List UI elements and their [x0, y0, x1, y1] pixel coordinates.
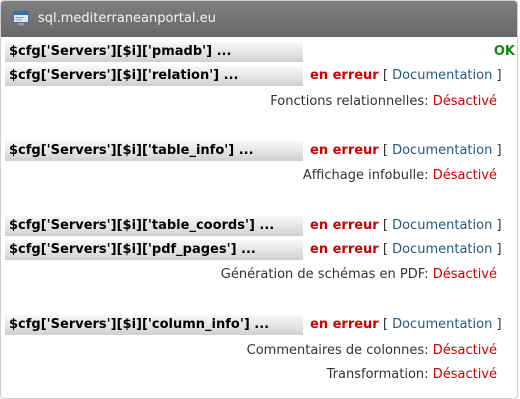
feature-value: Désactivé: [432, 267, 497, 282]
feature-label: Génération de schémas en PDF:: [220, 267, 429, 282]
bracket-close: ]: [496, 143, 502, 158]
feature-label: Commentaires de colonnes:: [246, 343, 429, 358]
documentation-link[interactable]: Documentation: [392, 218, 492, 233]
config-row-pmadb: $cfg['Servers'][$i]['pmadb'] ... OK: [5, 42, 515, 62]
bracket-open: [: [382, 143, 388, 158]
error-label: en erreur: [310, 218, 379, 233]
feature-value: Désactivé: [432, 367, 497, 382]
config-key: $cfg['Servers'][$i]['relation'] ...: [5, 66, 303, 86]
error-label: en erreur: [310, 317, 379, 332]
bracket-close: ]: [496, 242, 502, 257]
window-titlebar: sql.mediterraneanportal.eu: [1, 1, 517, 37]
feature-status-transformation: Transformation: Désactivé: [327, 366, 497, 384]
bracket-open: [: [382, 68, 388, 83]
feature-status-tooltip: Affichage infobulle: Désactivé: [303, 167, 497, 185]
status-error: en erreur [ Documentation ]: [310, 66, 502, 86]
feature-status-relational: Fonctions relationnelles: Désactivé: [270, 93, 497, 111]
config-row-relation: $cfg['Servers'][$i]['relation'] ... en e…: [5, 66, 515, 86]
browser-window-icon: [13, 11, 29, 26]
config-row-pdf-pages: $cfg['Servers'][$i]['pdf_pages'] ... en …: [5, 240, 515, 260]
error-label: en erreur: [310, 242, 379, 257]
status-ok: OK: [493, 44, 515, 59]
bracket-close: ]: [496, 317, 502, 332]
documentation-link[interactable]: Documentation: [392, 68, 492, 83]
config-key: $cfg['Servers'][$i]['table_info'] ...: [5, 141, 303, 161]
documentation-link[interactable]: Documentation: [392, 317, 492, 332]
feature-label: Transformation:: [326, 367, 429, 382]
bracket-open: [: [382, 242, 388, 257]
feature-label: Affichage infobulle:: [302, 168, 429, 183]
bracket-open: [: [382, 218, 388, 233]
bracket-close: ]: [496, 218, 502, 233]
error-label: en erreur: [310, 143, 379, 158]
window-title: sql.mediterraneanportal.eu: [38, 11, 216, 26]
config-status-panel: sql.mediterraneanportal.eu $cfg['Servers…: [0, 0, 518, 399]
documentation-link[interactable]: Documentation: [392, 143, 492, 158]
feature-status-pdf-schema: Génération de schémas en PDF: Désactivé: [221, 266, 497, 284]
config-key: $cfg['Servers'][$i]['column_info'] ...: [5, 315, 303, 335]
bracket-close: ]: [496, 68, 502, 83]
feature-value: Désactivé: [432, 168, 497, 183]
error-label: en erreur: [310, 68, 379, 83]
bracket-open: [: [382, 317, 388, 332]
config-key: $cfg['Servers'][$i]['pmadb'] ...: [5, 42, 303, 62]
feature-label: Fonctions relationnelles:: [270, 94, 429, 109]
status-error: en erreur [ Documentation ]: [310, 315, 502, 335]
feature-status-column-comments: Commentaires de colonnes: Désactivé: [247, 342, 497, 360]
config-key: $cfg['Servers'][$i]['table_coords'] ...: [5, 216, 303, 236]
config-row-column-info: $cfg['Servers'][$i]['column_info'] ... e…: [5, 315, 515, 335]
status-error: en erreur [ Documentation ]: [310, 141, 502, 161]
config-row-table-coords: $cfg['Servers'][$i]['table_coords'] ... …: [5, 216, 515, 236]
feature-value: Désactivé: [432, 94, 497, 109]
feature-value: Désactivé: [432, 343, 497, 358]
config-row-table-info: $cfg['Servers'][$i]['table_info'] ... en…: [5, 141, 515, 161]
documentation-link[interactable]: Documentation: [392, 242, 492, 257]
status-error: en erreur [ Documentation ]: [310, 216, 502, 236]
config-key: $cfg['Servers'][$i]['pdf_pages'] ...: [5, 240, 303, 260]
status-error: en erreur [ Documentation ]: [310, 240, 502, 260]
